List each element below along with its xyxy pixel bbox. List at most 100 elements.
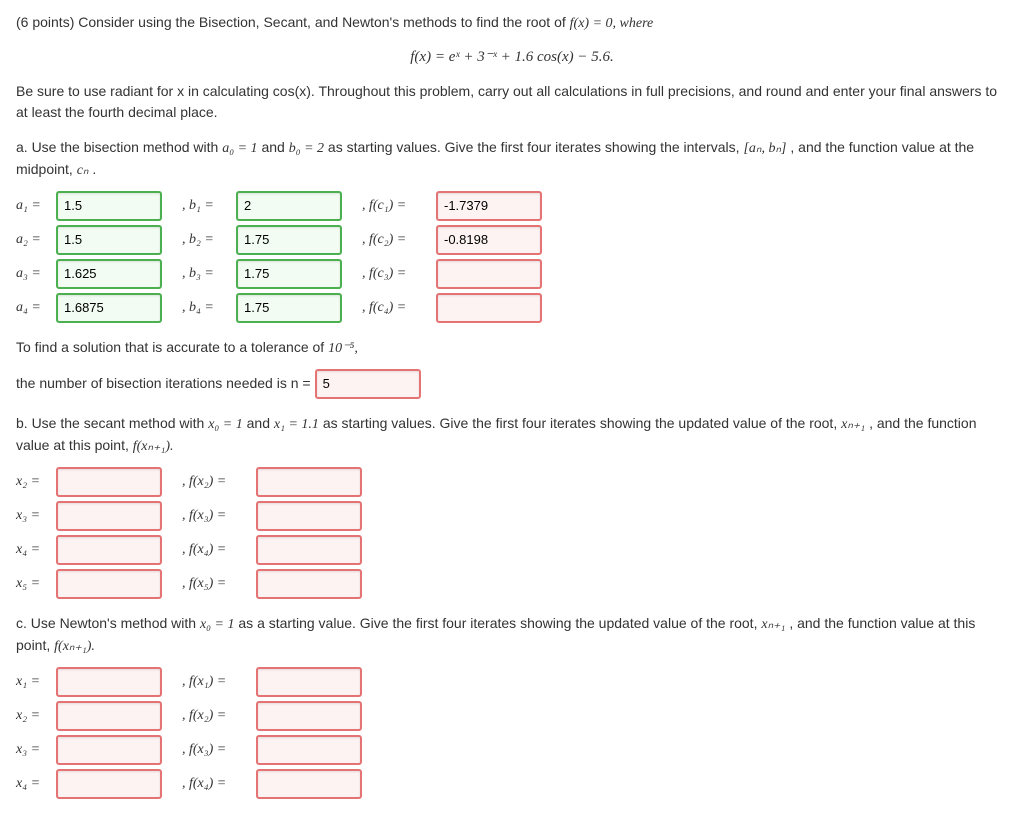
f-input[interactable] <box>436 293 542 323</box>
part-c-text: c. Use Newton's method with x₀ = 1 as a … <box>16 613 1008 657</box>
b-label: , b₂ = <box>182 229 232 250</box>
x-input[interactable] <box>56 701 162 731</box>
fx-label: , f(x₄) = <box>182 539 252 560</box>
pb-t1: b. Use the secant method with <box>16 415 208 431</box>
fx-label: , f(x₃) = <box>182 505 252 526</box>
f-input[interactable] <box>436 225 542 255</box>
a-label: a₄ = <box>16 297 52 318</box>
fx-input[interactable] <box>256 667 362 697</box>
b-label: , b₁ = <box>182 195 232 216</box>
f-label: , f(c₃) = <box>362 263 432 284</box>
x-input[interactable] <box>56 501 162 531</box>
fx-label: , f(x₁) = <box>182 671 252 692</box>
x-input[interactable] <box>56 569 162 599</box>
b-input[interactable] <box>236 293 342 323</box>
a-input[interactable] <box>56 259 162 289</box>
a-input[interactable] <box>56 191 162 221</box>
pb-fxn1: f(xₙ₊₁). <box>133 439 174 454</box>
x-input[interactable] <box>56 467 162 497</box>
a-input[interactable] <box>56 225 162 255</box>
pa-int: [aₙ, bₙ] <box>743 141 786 156</box>
inline-eq: f(x) = 0, where <box>570 16 654 31</box>
b-input[interactable] <box>236 225 342 255</box>
fx-input[interactable] <box>256 569 362 599</box>
x-label: x₄ = <box>16 773 52 794</box>
pb-x0: x₀ = 1 <box>208 417 243 432</box>
instructions: Be sure to use radiant for x in calculat… <box>16 81 1008 123</box>
pa-b0: b₀ = 2 <box>289 141 324 156</box>
f-input[interactable] <box>436 259 542 289</box>
a-label: a₃ = <box>16 263 52 284</box>
newton-row: x₄ = , f(x₄) = <box>16 769 1008 799</box>
b-input[interactable] <box>236 259 342 289</box>
problem-header: (6 points) Consider using the Bisection,… <box>16 12 1008 34</box>
x-input[interactable] <box>56 735 162 765</box>
tolerance-line: To find a solution that is accurate to a… <box>16 337 1008 359</box>
x-label: x₄ = <box>16 539 52 560</box>
pb-t2: as starting values. Give the first four … <box>323 415 841 431</box>
header-text: (6 points) Consider using the Bisection,… <box>16 14 570 30</box>
fx-label: , f(x₃) = <box>182 739 252 760</box>
pc-t1: c. Use Newton's method with <box>16 615 200 631</box>
a-label: a₂ = <box>16 229 52 250</box>
a-input[interactable] <box>56 293 162 323</box>
secant-row: x₃ = , f(x₃) = <box>16 501 1008 531</box>
fx-input[interactable] <box>256 701 362 731</box>
part-a-text: a. Use the bisection method with a₀ = 1 … <box>16 137 1008 181</box>
pa-t1: a. Use the bisection method with <box>16 139 222 155</box>
n-input[interactable] <box>315 369 421 399</box>
tol-t1: To find a solution that is accurate to a… <box>16 339 328 355</box>
newton-row: x₃ = , f(x₃) = <box>16 735 1008 765</box>
x-label: x₃ = <box>16 739 52 760</box>
fx-input[interactable] <box>256 501 362 531</box>
part-b-text: b. Use the secant method with x₀ = 1 and… <box>16 413 1008 457</box>
a-label: a₁ = <box>16 195 52 216</box>
fx-input[interactable] <box>256 535 362 565</box>
pc-xn1: xₙ₊₁ <box>761 617 785 632</box>
x-label: x₂ = <box>16 471 52 492</box>
pb-x1: x₁ = 1.1 <box>274 417 319 432</box>
x-label: x₃ = <box>16 505 52 526</box>
b-input[interactable] <box>236 191 342 221</box>
pc-fxn1: f(xₙ₊₁). <box>54 639 95 654</box>
b-label: , b₃ = <box>182 263 232 284</box>
pb-and: and <box>247 415 274 431</box>
secant-row: x₅ = , f(x₅) = <box>16 569 1008 599</box>
newton-row: x₁ = , f(x₁) = <box>16 667 1008 697</box>
pa-p: . <box>92 161 96 177</box>
iter-text: the number of bisection iterations neede… <box>16 373 311 394</box>
pc-x0: x₀ = 1 <box>200 617 235 632</box>
pa-a0: a₀ = 1 <box>222 141 257 156</box>
pa-and: and <box>261 139 288 155</box>
secant-row: x₄ = , f(x₄) = <box>16 535 1008 565</box>
bisection-row: a₃ = , b₃ = , f(c₃) = <box>16 259 1008 289</box>
equation-display: f(x) = eˣ + 3⁻ˣ + 1.6 cos(x) − 5.6. <box>16 46 1008 69</box>
x-label: x₁ = <box>16 671 52 692</box>
x-input[interactable] <box>56 535 162 565</box>
fx-input[interactable] <box>256 735 362 765</box>
f-label: , f(c₄) = <box>362 297 432 318</box>
pa-t2: as starting values. Give the first four … <box>328 139 744 155</box>
x-label: x₂ = <box>16 705 52 726</box>
fx-label: , f(x₅) = <box>182 573 252 594</box>
b-label: , b₄ = <box>182 297 232 318</box>
fx-label: , f(x₂) = <box>182 471 252 492</box>
iterations-row: the number of bisection iterations neede… <box>16 369 1008 399</box>
x-input[interactable] <box>56 769 162 799</box>
fx-input[interactable] <box>256 467 362 497</box>
bisection-row: a₁ = , b₁ = , f(c₁) = <box>16 191 1008 221</box>
fx-label: , f(x₄) = <box>182 773 252 794</box>
f-input[interactable] <box>436 191 542 221</box>
x-label: x₅ = <box>16 573 52 594</box>
fx-label: , f(x₂) = <box>182 705 252 726</box>
f-label: , f(c₂) = <box>362 229 432 250</box>
secant-row: x₂ = , f(x₂) = <box>16 467 1008 497</box>
f-label: , f(c₁) = <box>362 195 432 216</box>
fx-input[interactable] <box>256 769 362 799</box>
bisection-row: a₂ = , b₂ = , f(c₂) = <box>16 225 1008 255</box>
x-input[interactable] <box>56 667 162 697</box>
pb-xn1: xₙ₊₁ <box>841 417 865 432</box>
pc-t2: as a starting value. Give the first four… <box>238 615 761 631</box>
tol-val: 10⁻⁵, <box>328 341 358 356</box>
pa-cn: cₙ <box>77 163 89 178</box>
